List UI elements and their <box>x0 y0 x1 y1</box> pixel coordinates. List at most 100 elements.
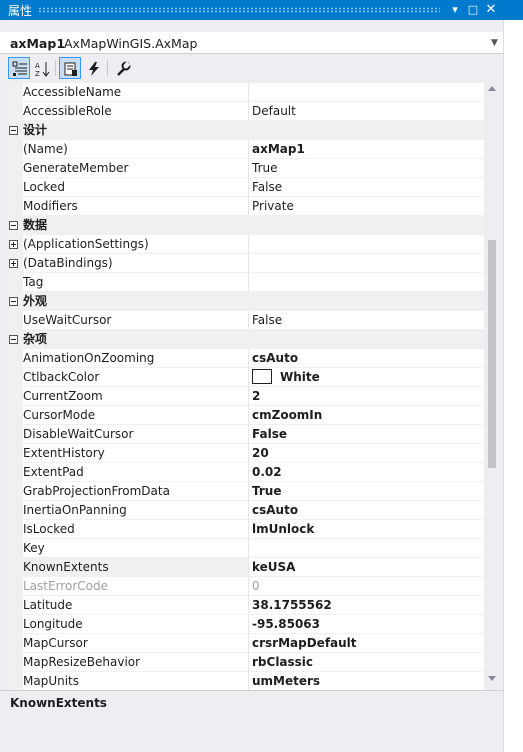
property-value-text: 20 <box>252 446 269 460</box>
property-row[interactable]: MapUnits umMeters <box>6 672 484 690</box>
expand-icon[interactable] <box>9 259 18 268</box>
property-value-text: lmUnlock <box>252 522 315 536</box>
object-selector[interactable]: axMap1 AxMapWinGIS.AxMap ▼ <box>0 32 503 54</box>
collapse-icon[interactable] <box>9 126 18 135</box>
dropdown-icon[interactable]: ▾ <box>448 2 462 18</box>
title-bar[interactable]: 属性 ▾ □ ✕ <box>0 0 523 20</box>
property-value[interactable] <box>249 539 484 558</box>
property-pages-button[interactable] <box>111 57 133 79</box>
category-row[interactable]: 数据 <box>6 216 484 235</box>
property-value[interactable]: lmUnlock <box>249 520 484 539</box>
property-name: KnownExtents <box>23 558 249 577</box>
property-row[interactable]: AccessibleRole Default <box>6 102 484 121</box>
property-grid[interactable]: AccessibleName AccessibleRole Default 设计 (Na… <box>6 83 484 690</box>
property-name: MapResizeBehavior <box>23 653 249 672</box>
property-value[interactable]: umMeters <box>249 672 484 690</box>
property-value[interactable]: -95.85063 <box>249 615 484 634</box>
property-row[interactable]: ExtentPad 0.02 <box>6 463 484 482</box>
property-value[interactable]: rbClassic <box>249 653 484 672</box>
property-value[interactable]: False <box>249 178 484 197</box>
property-row[interactable]: Longitude -95.85063 <box>6 615 484 634</box>
close-icon[interactable]: ✕ <box>484 2 498 18</box>
svg-text:A: A <box>35 62 40 70</box>
vertical-scrollbar[interactable] <box>484 83 500 690</box>
collapse-icon[interactable] <box>9 221 18 230</box>
property-name: Locked <box>23 178 249 197</box>
collapse-icon[interactable] <box>9 335 18 344</box>
row-margin <box>6 102 23 121</box>
collapse-icon[interactable] <box>9 297 18 306</box>
row-margin <box>6 672 23 690</box>
alphabetical-button[interactable]: A Z <box>31 57 53 79</box>
scroll-down-icon[interactable] <box>488 676 496 681</box>
property-name: ExtentPad <box>23 463 249 482</box>
property-row[interactable]: Tag <box>6 273 484 292</box>
categorized-button[interactable] <box>8 57 30 79</box>
category-row[interactable]: 设计 <box>6 121 484 140</box>
property-value[interactable]: 38.1755562 <box>249 596 484 615</box>
property-row[interactable]: MapCursor crsrMapDefault <box>6 634 484 653</box>
property-value[interactable] <box>249 83 484 102</box>
property-value[interactable]: White <box>249 368 484 387</box>
property-value[interactable]: True <box>249 159 484 178</box>
property-value[interactable]: csAuto <box>249 349 484 368</box>
property-value[interactable]: Default <box>249 102 484 121</box>
property-row[interactable]: Locked False <box>6 178 484 197</box>
property-row[interactable]: Modifiers Private <box>6 197 484 216</box>
property-row[interactable]: DisableWaitCursor False <box>6 425 484 444</box>
property-row[interactable]: (DataBindings) <box>6 254 484 273</box>
property-value[interactable]: 20 <box>249 444 484 463</box>
properties-button[interactable] <box>59 57 81 79</box>
property-value-text: 2 <box>252 389 261 403</box>
property-value[interactable]: False <box>249 311 484 330</box>
property-value[interactable]: True <box>249 482 484 501</box>
property-row[interactable]: Latitude 38.1755562 <box>6 596 484 615</box>
property-value[interactable]: 2 <box>249 387 484 406</box>
property-value[interactable]: Private <box>249 197 484 216</box>
property-row[interactable]: InertiaOnPanning csAuto <box>6 501 484 520</box>
property-value-text: crsrMapDefault <box>252 636 357 650</box>
row-margin <box>6 558 23 577</box>
property-row[interactable]: ExtentHistory 20 <box>6 444 484 463</box>
property-value[interactable]: False <box>249 425 484 444</box>
expand-icon[interactable] <box>9 240 18 249</box>
property-row[interactable]: IsLocked lmUnlock <box>6 520 484 539</box>
events-button[interactable] <box>82 57 104 79</box>
property-value[interactable]: csAuto <box>249 501 484 520</box>
property-value[interactable] <box>249 235 484 254</box>
property-value[interactable] <box>249 254 484 273</box>
property-name: GenerateMember <box>23 159 249 178</box>
maximize-icon[interactable]: □ <box>466 2 480 18</box>
category-row[interactable]: 外观 <box>6 292 484 311</box>
property-row[interactable]: AccessibleName <box>6 83 484 102</box>
property-row[interactable]: GenerateMember True <box>6 159 484 178</box>
property-value-text: keUSA <box>252 560 296 574</box>
scroll-thumb[interactable] <box>488 240 496 468</box>
property-row[interactable]: CtlbackColor White <box>6 368 484 387</box>
property-value[interactable]: 0 <box>249 577 484 596</box>
chevron-down-icon[interactable]: ▼ <box>491 38 498 48</box>
title-grip[interactable] <box>38 7 440 13</box>
property-row[interactable]: UseWaitCursor False <box>6 311 484 330</box>
property-value[interactable]: cmZoomIn <box>249 406 484 425</box>
property-row[interactable]: Key <box>6 539 484 558</box>
property-row[interactable]: GrabProjectionFromData True <box>6 482 484 501</box>
row-margin <box>6 501 23 520</box>
property-value[interactable]: crsrMapDefault <box>249 634 484 653</box>
property-row[interactable]: MapResizeBehavior rbClassic <box>6 653 484 672</box>
category-row[interactable]: 杂项 <box>6 330 484 349</box>
property-row[interactable]: CursorMode cmZoomIn <box>6 406 484 425</box>
property-value[interactable]: 0.02 <box>249 463 484 482</box>
property-row[interactable]: CurrentZoom 2 <box>6 387 484 406</box>
property-value-text: False <box>252 427 287 441</box>
property-value[interactable] <box>249 273 484 292</box>
property-row[interactable]: (ApplicationSettings) <box>6 235 484 254</box>
property-value-text: -95.85063 <box>252 617 320 631</box>
property-row[interactable]: LastErrorCode 0 <box>6 577 484 596</box>
property-row[interactable]: (Name) axMap1 <box>6 140 484 159</box>
scroll-up-icon[interactable] <box>488 86 496 91</box>
property-value[interactable]: axMap1 <box>249 140 484 159</box>
property-row[interactable]: KnownExtents keUSA <box>6 558 484 577</box>
property-row[interactable]: AnimationOnZooming csAuto <box>6 349 484 368</box>
property-value[interactable]: keUSA <box>249 558 484 577</box>
